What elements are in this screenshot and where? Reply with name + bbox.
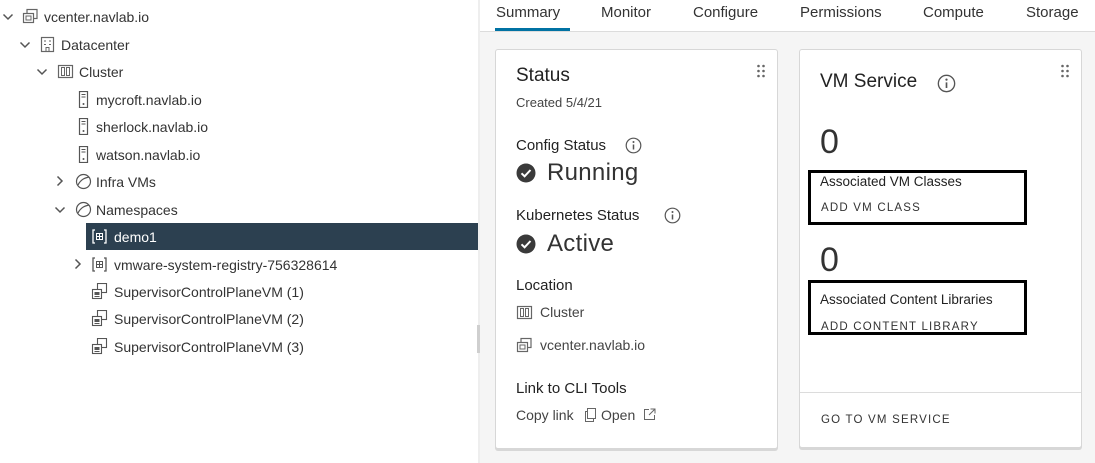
vm-classes-count: 0 [820,123,839,161]
config-status-value: Running [547,159,639,186]
tree-item-label: vcenter.navlab.io [44,8,150,25]
datacenter-icon [40,36,55,53]
tab-storage[interactable]: Storage [1026,4,1079,21]
vm-icon [91,283,108,300]
vcenter-icon [516,337,532,353]
active-tab-indicator [495,28,570,31]
vm-icon [91,310,108,327]
vm-classes-label: Associated VM Classes [820,174,962,189]
tree-item-host[interactable]: watson.navlab.io [0,141,478,168]
tree-item-label: Cluster [79,63,124,80]
chevron-down-icon[interactable] [54,204,66,216]
cluster-icon [57,64,74,79]
location-label: Location [516,277,573,294]
tree-item-datacenter[interactable]: Datacenter [0,31,478,58]
created-date: Created 5/4/21 [516,95,603,110]
drag-handle-icon[interactable] [1060,64,1070,78]
add-content-library-link[interactable]: ADD CONTENT LIBRARY [821,321,979,333]
tab-monitor[interactable]: Monitor [601,4,651,21]
open-link-button[interactable]: Open [601,407,635,423]
host-icon [78,146,89,163]
chevron-right-icon[interactable] [72,258,84,270]
tree-item-cluster[interactable]: Cluster [0,58,478,85]
tree-item-vm[interactable]: SupervisorControlPlaneVM (3) [0,333,478,360]
host-icon [78,91,89,108]
tree-item-label: Namespaces [96,201,178,218]
resource-pool-icon [75,201,92,218]
tree-item-label: SupervisorControlPlaneVM (3) [114,338,304,355]
tab-permissions[interactable]: Permissions [800,4,882,21]
info-icon[interactable] [937,74,956,93]
tab-compute[interactable]: Compute [923,4,984,21]
tree-item-demo1[interactable]: demo1 [86,223,478,250]
tree-item-label: mycroft.navlab.io [96,91,202,108]
tree-item-vm[interactable]: SupervisorControlPlaneVM (1) [0,278,478,305]
cli-tools-label: Link to CLI Tools [516,380,627,397]
external-link-icon[interactable] [643,408,656,421]
tree-item-vm[interactable]: SupervisorControlPlaneVM (2) [0,305,478,332]
tab-bar [480,0,1095,32]
check-circle-icon [516,234,536,254]
tree-item-host[interactable]: sherlock.navlab.io [0,113,478,140]
tree-item-label: Infra VMs [96,173,156,190]
content-libraries-count: 0 [820,241,839,279]
add-vm-class-link[interactable]: ADD VM CLASS [821,202,921,214]
vcenter-icon [22,8,38,24]
tree-item-label: SupervisorControlPlaneVM (2) [114,310,304,327]
vm-icon [91,338,108,355]
location-vcenter-link[interactable]: vcenter.navlab.io [540,337,645,353]
chevron-down-icon[interactable] [19,39,31,51]
resource-pool-icon [75,173,92,190]
check-circle-icon [516,163,536,183]
namespace-icon [92,257,107,272]
card-footer-divider [800,392,1081,393]
tree-item-label: Datacenter [61,36,130,53]
drag-handle-icon[interactable] [756,64,766,78]
cluster-icon [516,305,533,320]
content-libraries-label: Associated Content Libraries [820,292,993,307]
info-icon[interactable] [625,137,642,154]
k8s-status-value: Active [547,230,615,257]
status-card: Status Created 5/4/21 Config Status Runn… [495,49,778,449]
copy-link-button[interactable]: Copy link [516,407,574,423]
tree-item-label: SupervisorControlPlaneVM (1) [114,283,304,300]
inventory-tree: vcenter.navlab.io Datacenter Cluster myc… [0,0,478,463]
host-icon [78,118,89,135]
tree-item-label: vmware-system-registry-756328614 [114,256,338,273]
chevron-right-icon[interactable] [54,175,66,187]
chevron-down-icon[interactable] [2,11,14,23]
namespace-icon [92,229,107,244]
tree-item-infra-vms[interactable]: Infra VMs [0,168,478,195]
tree-item-namespaces[interactable]: Namespaces [0,196,478,223]
status-card-title: Status [516,65,570,86]
k8s-status-label: Kubernetes Status [516,207,640,224]
tree-item-host[interactable]: mycroft.navlab.io [0,86,478,113]
tree-item-label: sherlock.navlab.io [96,118,209,135]
location-cluster-link[interactable]: Cluster [540,304,584,320]
tree-item-registry[interactable]: vmware-system-registry-756328614 [0,251,478,278]
chevron-down-icon[interactable] [36,66,48,78]
tree-item-label: watson.navlab.io [96,146,201,163]
tree-item-label: demo1 [114,228,157,245]
tab-summary[interactable]: Summary [496,4,560,21]
vm-service-title: VM Service [820,71,918,92]
tree-item-vcenter[interactable]: vcenter.navlab.io [0,3,478,30]
go-to-vm-service-link[interactable]: GO TO VM SERVICE [821,414,951,426]
vm-service-card: VM Service 0 Associated VM Classes ADD V… [799,49,1082,448]
config-status-label: Config Status [516,137,607,154]
info-icon[interactable] [664,207,681,224]
tab-configure[interactable]: Configure [693,4,758,21]
copy-icon[interactable] [584,408,597,422]
